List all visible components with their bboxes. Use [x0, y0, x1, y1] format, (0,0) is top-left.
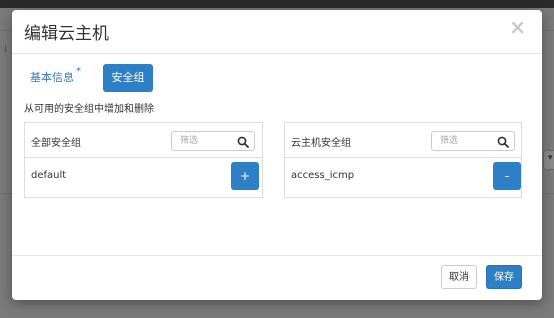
instance-filter-input[interactable]: [440, 134, 494, 148]
background-text-fragment: i: [4, 44, 7, 55]
search-icon[interactable]: [237, 136, 249, 148]
dialog-title: 编辑云主机: [24, 24, 109, 44]
instance-filter-box[interactable]: [431, 131, 515, 151]
add-group-button[interactable]: +: [231, 162, 259, 190]
search-icon[interactable]: [497, 136, 509, 148]
available-filter-input[interactable]: [180, 134, 234, 148]
close-icon[interactable]: ×: [509, 15, 526, 39]
background-top-bar: [0, 0, 554, 8]
save-button[interactable]: 保存: [486, 265, 522, 289]
required-asterisk: *: [76, 66, 81, 77]
tab-basic-info[interactable]: 基本信息 *: [30, 64, 81, 92]
tab-basic-info-label: 基本信息: [30, 71, 74, 84]
group-name: default: [31, 170, 67, 181]
group-name: access_icmp: [291, 170, 355, 181]
available-filter-box[interactable]: [171, 131, 255, 151]
instance-groups-panel: 云主机安全组 access_icmp -: [284, 122, 522, 198]
instruction-text: 从可用的安全组中增加和删除: [24, 104, 154, 115]
list-item: access_icmp -: [285, 158, 521, 196]
cancel-button[interactable]: 取消: [441, 265, 477, 289]
remove-group-button[interactable]: -: [493, 162, 521, 190]
dialog-footer: 取消 保存: [12, 255, 542, 301]
tab-security-groups[interactable]: 安全组: [103, 64, 153, 92]
background-action-button: ▾: [543, 150, 554, 170]
dialog-header: 编辑云主机 ×: [12, 10, 542, 54]
panel-header: 全部安全组: [25, 123, 262, 158]
edit-instance-dialog: 编辑云主机 × 基本信息* 安全组 从可用的安全组中增加和删除 全部安全组 de…: [12, 10, 542, 300]
list-item: default +: [25, 158, 262, 196]
available-groups-panel: 全部安全组 default +: [24, 122, 263, 198]
panel-header: 云主机安全组: [285, 123, 521, 158]
available-groups-title: 全部安全组: [31, 138, 81, 149]
instance-groups-title: 云主机安全组: [291, 138, 351, 149]
caret-icon: ▾: [548, 153, 553, 163]
